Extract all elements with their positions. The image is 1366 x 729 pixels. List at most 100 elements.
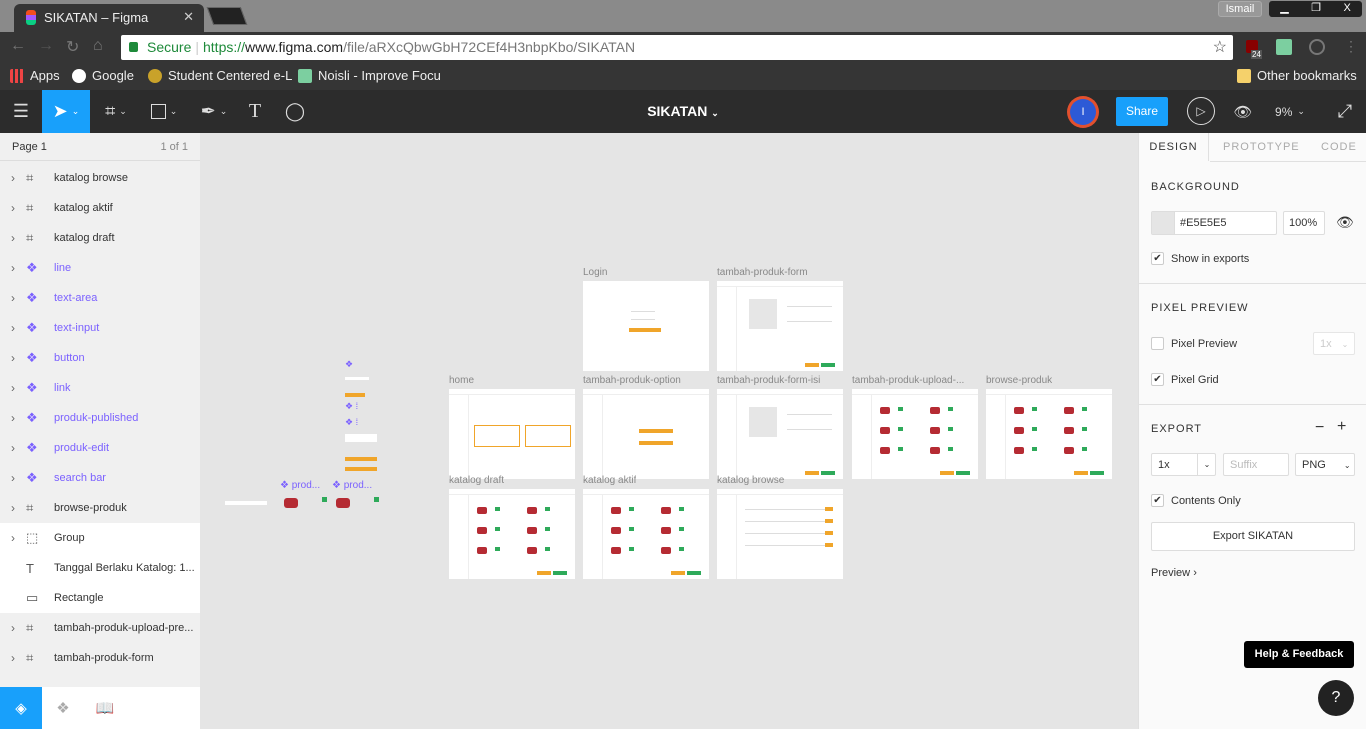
- canvas[interactable]: Login tambah-produk-form home tambah-produk…: [200, 133, 1138, 729]
- canvas-frame[interactable]: [986, 389, 1112, 479]
- layer-item[interactable]: › ⌗ katalog draft: [0, 223, 200, 253]
- chevron-right-icon[interactable]: ›: [0, 441, 26, 455]
- chevron-right-icon[interactable]: ›: [0, 351, 26, 365]
- frame-label[interactable]: tambah-produk-upload-...: [852, 375, 964, 386]
- color-swatch[interactable]: [1152, 212, 1175, 234]
- background-color-field[interactable]: #E5E5E5: [1151, 211, 1277, 235]
- chevron-right-icon[interactable]: ›: [0, 501, 26, 515]
- menu-kebab-icon[interactable]: ⋮: [1344, 38, 1358, 55]
- layer-item[interactable]: › ❖ text-input: [0, 313, 200, 343]
- main-menu-icon[interactable]: ☰: [0, 90, 42, 133]
- tab-code[interactable]: CODE: [1321, 133, 1357, 161]
- forward-icon[interactable]: →: [38, 37, 54, 55]
- contents-only-checkbox[interactable]: ✔: [1151, 494, 1164, 507]
- layer-item[interactable]: › ⌗ tambah-produk-form: [0, 643, 200, 673]
- present-play-icon[interactable]: ▷: [1187, 97, 1215, 125]
- chevron-right-icon[interactable]: ›: [0, 411, 26, 425]
- chevron-right-icon[interactable]: ›: [0, 381, 26, 395]
- layers-tab-icon[interactable]: ◈: [0, 687, 42, 729]
- chevron-right-icon[interactable]: ›: [0, 321, 26, 335]
- close-window-icon[interactable]: X: [1343, 1, 1350, 17]
- help-button[interactable]: ?: [1318, 680, 1354, 716]
- chevron-right-icon[interactable]: ›: [0, 231, 26, 245]
- text-tool-icon[interactable]: T: [240, 90, 270, 133]
- produk-published-instance[interactable]: [282, 495, 328, 513]
- layer-item[interactable]: ▭ Rectangle: [0, 583, 200, 613]
- noisli-extension-icon[interactable]: [1276, 39, 1292, 55]
- chevron-right-icon[interactable]: ›: [0, 171, 26, 185]
- background-opacity-field[interactable]: 100%: [1283, 211, 1325, 235]
- layer-item[interactable]: › ⬚ Group: [0, 523, 200, 553]
- bookmark-google[interactable]: Google: [72, 68, 134, 83]
- chevron-right-icon[interactable]: ›: [0, 621, 26, 635]
- frame-label[interactable]: tambah-produk-form-isi: [717, 375, 820, 386]
- chevron-right-icon[interactable]: ›: [0, 291, 26, 305]
- move-tool[interactable]: ➤ ⌄: [42, 90, 90, 133]
- frame-label[interactable]: katalog browse: [717, 475, 784, 486]
- chevron-right-icon[interactable]: ›: [0, 261, 26, 275]
- chevron-right-icon[interactable]: ›: [0, 201, 26, 215]
- preview-toggle[interactable]: Preview ›: [1151, 567, 1197, 579]
- visibility-eye-icon[interactable]: 👁: [1336, 214, 1354, 231]
- pixel-grid-checkbox[interactable]: ✔: [1151, 373, 1164, 386]
- layer-item[interactable]: › ❖ search bar: [0, 463, 200, 493]
- layer-item[interactable]: T Tanggal Berlaku Katalog: 1...: [0, 553, 200, 583]
- remove-export-icon[interactable]: −: [1315, 419, 1324, 437]
- frame-tool[interactable]: ⌗ ⌄: [96, 90, 136, 133]
- shape-tool[interactable]: ⌄: [144, 90, 184, 133]
- comment-tool-icon[interactable]: ◯: [280, 90, 310, 133]
- tab-design[interactable]: DESIGN: [1139, 133, 1209, 161]
- frame-label[interactable]: Login: [583, 267, 607, 278]
- zoom-dropdown[interactable]: 9% ⌄: [1270, 90, 1310, 133]
- canvas-frame[interactable]: [717, 281, 843, 371]
- page-selector[interactable]: Page 1 1 of 1: [0, 133, 200, 161]
- layer-item[interactable]: › ❖ link: [0, 373, 200, 403]
- layer-item[interactable]: › ❖ produk-published: [0, 403, 200, 433]
- canvas-frame[interactable]: [583, 489, 709, 579]
- layer-item[interactable]: › ⌗ browse-produk: [0, 493, 200, 523]
- component-label-produk[interactable]: ❖ prod...: [332, 480, 372, 491]
- components-tab-icon[interactable]: ❖: [42, 687, 84, 729]
- canvas-frame[interactable]: [449, 489, 575, 579]
- frame-label[interactable]: tambah-produk-form: [717, 267, 808, 278]
- minimize-icon[interactable]: ▁: [1280, 1, 1288, 17]
- file-title[interactable]: SIKATAN ⌄: [600, 90, 766, 135]
- frame-label[interactable]: tambah-produk-option: [583, 375, 681, 386]
- tab-prototype[interactable]: PROTOTYPE: [1223, 133, 1300, 161]
- bookmark-star-icon[interactable]: ☆: [1213, 35, 1227, 60]
- layer-item[interactable]: › ⌗ katalog aktif: [0, 193, 200, 223]
- bookmark-apps[interactable]: Apps: [10, 68, 60, 83]
- reload-icon[interactable]: ↻: [66, 37, 79, 57]
- bookmark-student-centered[interactable]: Student Centered e-L: [148, 68, 292, 83]
- export-button[interactable]: Export SIKATAN: [1151, 522, 1355, 551]
- layer-item[interactable]: › ⌗ tambah-produk-upload-pre...: [0, 613, 200, 643]
- new-tab-button[interactable]: [206, 7, 248, 25]
- produk-edit-instance[interactable]: [334, 495, 380, 513]
- address-bar[interactable]: Secure | https://www.figma.com/file/aRXcQb…: [121, 35, 1233, 60]
- export-format-select[interactable]: PNG ⌄: [1295, 453, 1355, 476]
- canvas-frame[interactable]: [717, 389, 843, 479]
- other-bookmarks[interactable]: Other bookmarks: [1237, 68, 1357, 83]
- share-button[interactable]: Share: [1116, 97, 1168, 126]
- profile-button[interactable]: Ismail: [1218, 1, 1262, 17]
- browser-tab[interactable]: SIKATAN – Figma ✕: [14, 4, 204, 32]
- canvas-frame[interactable]: [852, 389, 978, 479]
- suffix-input[interactable]: Suffix: [1223, 453, 1289, 476]
- close-tab-icon[interactable]: ✕: [183, 9, 194, 25]
- chevron-right-icon[interactable]: ›: [0, 471, 26, 485]
- frame-label[interactable]: home: [449, 375, 474, 386]
- home-icon[interactable]: ⌂: [93, 37, 103, 55]
- frame-label[interactable]: katalog draft: [449, 475, 504, 486]
- add-export-icon[interactable]: +: [1337, 418, 1346, 436]
- layer-item[interactable]: › ❖ line: [0, 253, 200, 283]
- layer-item[interactable]: › ❖ text-area: [0, 283, 200, 313]
- layer-item[interactable]: › ❖ button: [0, 343, 200, 373]
- component-label-produk[interactable]: ❖ prod...: [280, 480, 320, 491]
- canvas-frame[interactable]: [583, 389, 709, 479]
- sync-extension-icon[interactable]: [1309, 39, 1325, 55]
- canvas-frame[interactable]: [449, 389, 575, 479]
- chevron-right-icon[interactable]: ›: [0, 531, 26, 545]
- layer-item[interactable]: › ❖ produk-edit: [0, 433, 200, 463]
- canvas-frame[interactable]: [717, 489, 843, 579]
- date-text-element[interactable]: [225, 501, 267, 505]
